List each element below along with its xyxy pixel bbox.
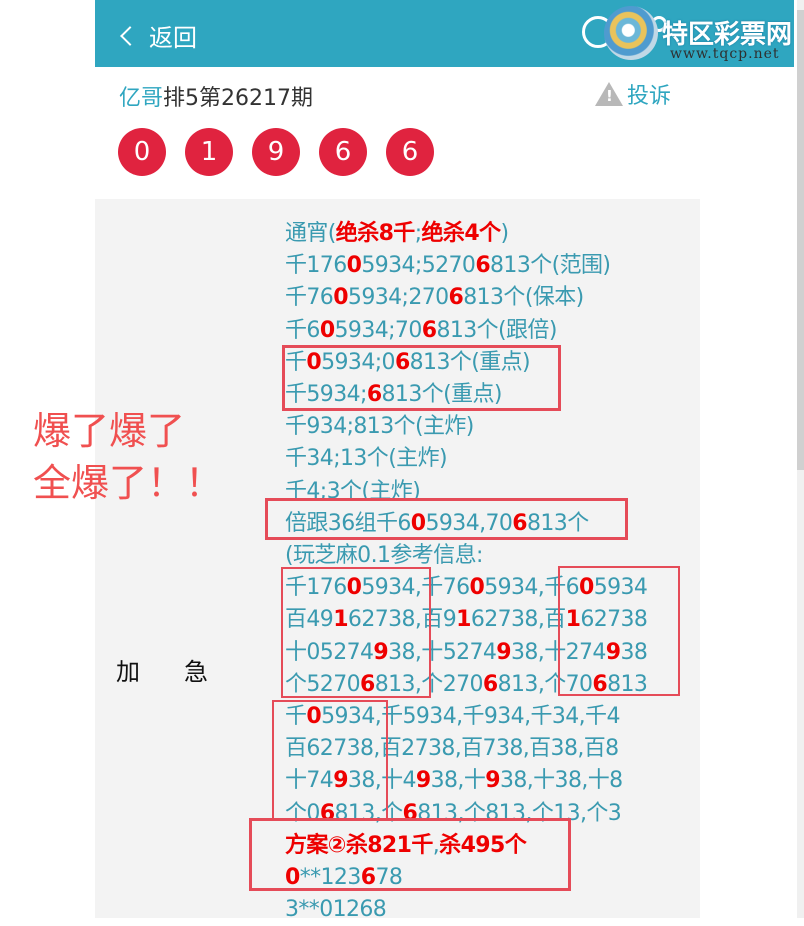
- site-logo-watermark: 特区彩票网 www.tqcp.net: [604, 0, 804, 67]
- text-segment: 3**01268: [285, 897, 387, 923]
- back-label: 返回: [149, 24, 197, 52]
- highlight-text: 0: [469, 575, 485, 601]
- ball: 0: [118, 128, 166, 176]
- highlight-text: 6: [448, 285, 464, 311]
- text-segment: 千934;813个(主炸): [285, 414, 474, 440]
- text-segment: 千6: [285, 317, 320, 343]
- highlight-text: 9: [485, 768, 500, 794]
- text-segment: 5934;5270: [361, 253, 476, 279]
- post-label: 加急: [116, 658, 252, 686]
- content-line: 千605934;706813个(跟倍): [285, 315, 705, 347]
- report-button[interactable]: 投诉: [595, 78, 671, 110]
- content-line: 千17605934;52706813个(范围): [285, 250, 705, 282]
- highlight-text: 0: [333, 285, 348, 311]
- logo-swirl-icon: [604, 6, 658, 60]
- scrollbar-thumb[interactable]: [797, 10, 804, 470]
- report-label: 投诉: [627, 84, 672, 109]
- content-line: 千7605934;2706813个(保本): [285, 282, 705, 314]
- chevron-left-icon: [120, 25, 140, 46]
- ball: 6: [319, 128, 367, 176]
- issue-title: 排5第26217期: [163, 86, 313, 111]
- highlight-text: 6: [475, 253, 491, 279]
- highlight-text: 0: [346, 253, 362, 279]
- highlight-text: 0: [319, 317, 335, 343]
- highlight-box: [272, 700, 388, 820]
- highlight-box: [281, 567, 431, 698]
- text-segment: 813个(保本): [463, 285, 584, 311]
- ball: 1: [185, 128, 233, 176]
- highlight-text: 9: [415, 768, 431, 794]
- text-segment: 千34;13个(主炸): [285, 446, 448, 472]
- highlight-box: [249, 818, 571, 891]
- text-segment: 38,十: [430, 768, 486, 794]
- back-button[interactable]: 返回: [120, 18, 197, 53]
- post-title: 亿哥排5第26217期: [119, 80, 313, 112]
- text-segment: 5934;270: [347, 285, 449, 311]
- text-segment: 38,十38,十8: [499, 768, 623, 794]
- draw-balls: 0 1 9 6 6: [118, 128, 434, 176]
- highlight-text: 9: [496, 639, 512, 665]
- text-segment: (玩芝麻0.1参考信息:: [285, 543, 483, 569]
- text-segment: 813个(跟倍): [436, 317, 557, 343]
- highlight-box: [558, 566, 680, 696]
- ball: 9: [252, 128, 300, 176]
- annotation-text: 爆了爆了 全爆了！！: [33, 405, 223, 509]
- text-segment: 813个(范围): [490, 253, 611, 279]
- text-segment: 千76: [285, 285, 334, 311]
- content-line: 千34;13个(主炸): [285, 443, 705, 475]
- content-line: 千934;813个(主炸): [285, 411, 705, 443]
- text-segment: 5934;70: [334, 317, 423, 343]
- author-link[interactable]: 亿哥: [119, 86, 163, 111]
- content-line: 通宵(绝杀8千;绝杀4个): [285, 218, 705, 250]
- highlight-text: 绝杀4个: [421, 221, 502, 246]
- ball: 6: [386, 128, 434, 176]
- highlight-text: 6: [421, 317, 437, 343]
- highlight-box: [265, 498, 628, 540]
- content-line: 3**01268: [285, 894, 705, 926]
- text-segment: 62738,百: [470, 607, 566, 633]
- text-segment: 通宵(: [285, 221, 336, 246]
- annotation-line: 全爆了！！: [33, 461, 224, 505]
- logo-url: www.tqcp.net: [670, 46, 780, 62]
- highlight-text: 1: [456, 607, 471, 633]
- text-segment: 千176: [285, 253, 347, 279]
- highlight-box: [282, 345, 561, 411]
- highlight-text: 6: [482, 671, 498, 697]
- text-segment: ;: [414, 221, 422, 246]
- scrollbar[interactable]: [797, 0, 804, 918]
- warning-icon: [595, 82, 623, 106]
- text-segment: ): [500, 221, 509, 246]
- highlight-text: 绝杀8千: [335, 221, 416, 246]
- annotation-line: 爆了爆了: [33, 409, 186, 453]
